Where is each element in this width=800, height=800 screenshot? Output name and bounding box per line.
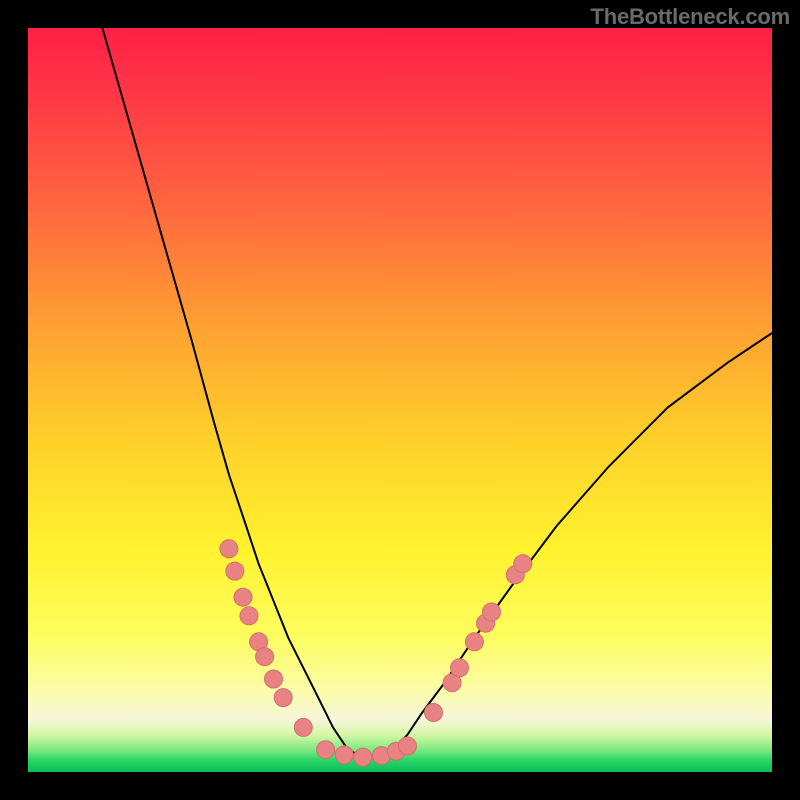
markers-group <box>220 540 532 766</box>
curve-marker <box>335 746 353 764</box>
curve-marker <box>220 540 238 558</box>
curve-marker <box>265 670 283 688</box>
curve-marker <box>240 607 258 625</box>
bottleneck-curve <box>102 28 772 757</box>
curve-marker <box>465 633 483 651</box>
curve-marker <box>483 603 501 621</box>
curve-marker <box>294 718 312 736</box>
curve-marker <box>234 588 252 606</box>
chart-frame: TheBottleneck.com <box>0 0 800 800</box>
curve-svg <box>28 28 772 772</box>
curve-marker <box>451 659 469 677</box>
curve-marker <box>398 737 416 755</box>
watermark-text: TheBottleneck.com <box>590 4 790 30</box>
curve-marker <box>256 648 274 666</box>
curve-marker <box>226 562 244 580</box>
curve-marker <box>425 704 443 722</box>
plot-area <box>28 28 772 772</box>
curve-marker <box>317 741 335 759</box>
curve-marker <box>274 689 292 707</box>
curve-marker <box>514 555 532 573</box>
curve-marker <box>354 748 372 766</box>
